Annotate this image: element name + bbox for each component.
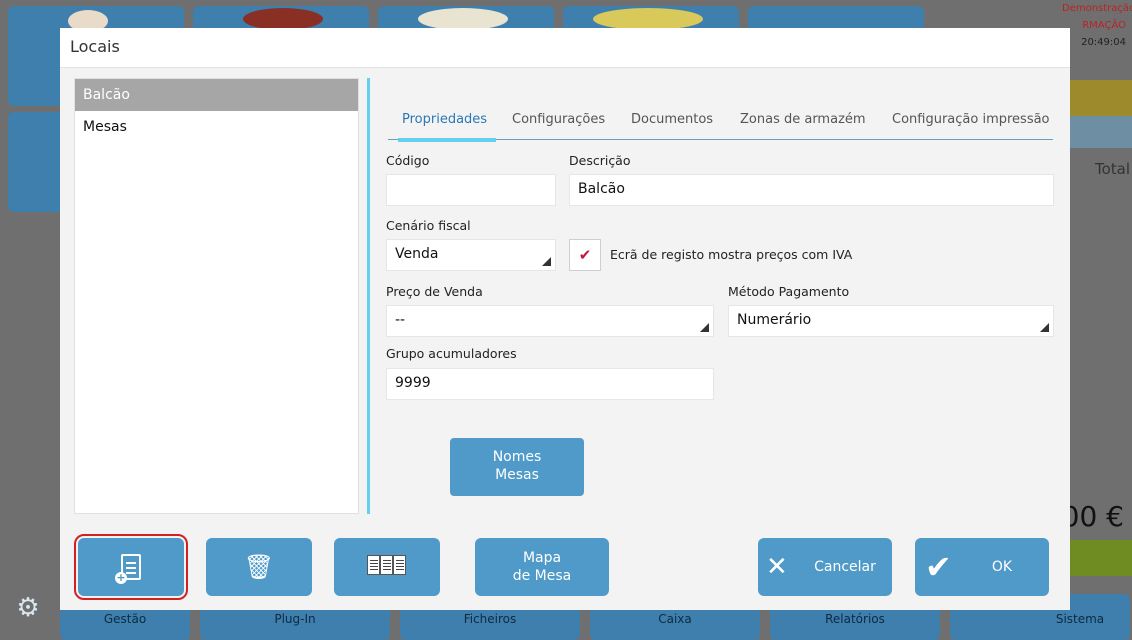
bg-food-image	[593, 8, 703, 30]
cancel-button[interactable]: ✕ Cancelar	[758, 538, 892, 596]
tab-configuracoes[interactable]: Configurações	[512, 112, 605, 127]
grupo-acumuladores-value: 9999	[395, 375, 431, 391]
copy-documents-icon	[367, 555, 407, 579]
dialog-header: Locais	[60, 28, 1070, 68]
descricao-field[interactable]: Balcão	[569, 174, 1054, 206]
trash-icon: 🗑	[243, 553, 275, 581]
list-item-balcao[interactable]: Balcão	[75, 79, 358, 111]
delete-button[interactable]: 🗑	[206, 538, 312, 596]
list-item-mesas[interactable]: Mesas	[75, 111, 358, 143]
plus-icon: +	[115, 571, 127, 584]
cenario-fiscal-value: Venda	[395, 246, 439, 262]
iva-checkbox[interactable]: ✔	[569, 239, 601, 271]
new-document-icon: +	[115, 554, 141, 584]
active-tab-indicator	[398, 138, 496, 142]
table-map-button[interactable]: Mapa de Mesa	[475, 538, 609, 596]
grupo-acumuladores-label: Grupo acumuladores	[386, 346, 517, 361]
cenario-fiscal-select[interactable]: Venda	[386, 239, 556, 271]
tab-documentos[interactable]: Documentos	[631, 112, 713, 127]
properties-panel: Propriedades Configurações Documentos Zo…	[380, 78, 1060, 514]
metodo-pagamento-select[interactable]: Numerário	[728, 305, 1054, 337]
tab-bar: Propriedades Configurações Documentos Zo…	[388, 106, 1053, 142]
descricao-value: Balcão	[578, 181, 625, 197]
new-document-button[interactable]: +	[74, 534, 188, 600]
bg-status-area: Demonstração RMAÇÃO 20:49:04	[1062, 0, 1132, 48]
nomes-mesas-line2: Mesas	[495, 467, 539, 483]
locations-list: Balcão Mesas	[74, 78, 359, 514]
tab-propriedades[interactable]: Propriedades	[402, 112, 487, 127]
table-map-line1: Mapa	[522, 550, 562, 566]
locais-dialog: Locais Balcão Mesas Propriedades Configu…	[60, 28, 1070, 610]
cenario-fiscal-label: Cenário fiscal	[386, 218, 471, 233]
total-header: Total	[1094, 160, 1130, 178]
dialog-title: Locais	[70, 37, 120, 56]
copy-button[interactable]	[334, 538, 440, 596]
nomes-mesas-line1: Nomes	[492, 449, 542, 465]
dropdown-corner-icon	[542, 257, 551, 266]
preco-venda-select[interactable]: --	[386, 305, 714, 337]
nomes-mesas-button[interactable]: Nomes Mesas	[450, 438, 584, 496]
metodo-pagamento-value: Numerário	[737, 312, 812, 328]
cancel-label: Cancelar	[814, 559, 876, 575]
metodo-pagamento-label: Método Pagamento	[728, 284, 850, 299]
preco-venda-value: --	[395, 312, 406, 328]
gear-icon: ⚙	[16, 593, 40, 623]
dropdown-corner-icon	[1040, 323, 1049, 332]
codigo-field[interactable]	[386, 174, 556, 206]
preco-venda-label: Preço de Venda	[386, 284, 483, 299]
table-map-line2: de Mesa	[512, 568, 572, 584]
panel-divider	[367, 78, 370, 514]
tab-zonas-armazem[interactable]: Zonas de armazém	[740, 112, 866, 127]
bg-food-image	[418, 8, 508, 30]
training-label: RMAÇÃO	[1082, 20, 1126, 31]
descricao-label: Descrição	[569, 153, 631, 168]
codigo-label: Código	[386, 153, 430, 168]
total-amount: 00 €	[1061, 500, 1124, 533]
iva-checkbox-label: Ecrã de registo mostra preços com IVA	[610, 247, 853, 262]
ok-label: OK	[991, 559, 1013, 575]
ok-button[interactable]: ✔ OK	[915, 538, 1049, 596]
bg-product-tile	[8, 112, 68, 212]
bg-food-image	[243, 8, 323, 30]
demo-label: Demonstração	[1062, 3, 1132, 14]
clock: 20:49:04	[1081, 37, 1126, 48]
tab-configuracao-impressao[interactable]: Configuração impressão	[892, 112, 1050, 127]
grupo-acumuladores-field[interactable]: 9999	[386, 368, 714, 400]
dropdown-corner-icon	[700, 323, 709, 332]
